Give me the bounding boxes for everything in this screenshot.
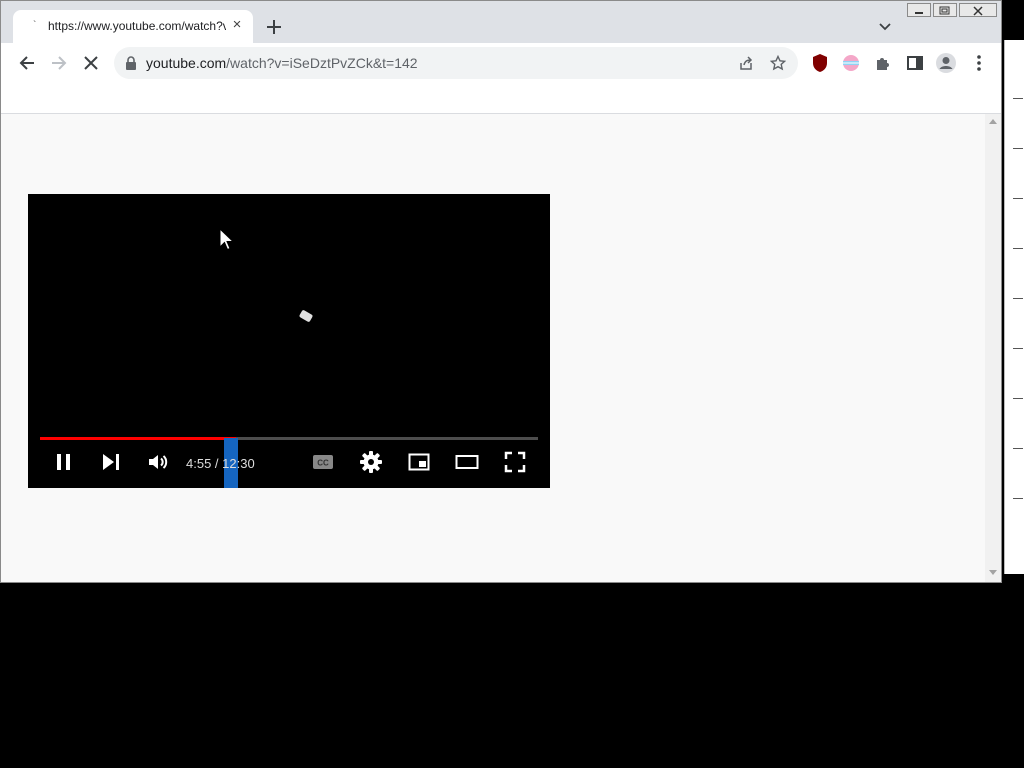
tab-strip: ` https://www.youtube.com/watch?v=iSeDzt… xyxy=(1,1,1001,43)
url-text[interactable]: youtube.com/watch?v=iSeDztPvZCk&t=142 xyxy=(146,55,418,71)
time-display: 4:55 / 12:30 xyxy=(186,456,255,471)
colorful-extension-icon[interactable] xyxy=(840,52,862,74)
scroll-down-arrow-icon[interactable] xyxy=(989,570,997,575)
subtitles-button[interactable]: CC xyxy=(311,450,335,474)
new-tab-icon[interactable] xyxy=(264,17,284,37)
share-icon[interactable] xyxy=(738,55,754,71)
miniplayer-button[interactable] xyxy=(407,450,431,474)
next-video-button[interactable] xyxy=(99,450,123,474)
forward-arrow-icon[interactable] xyxy=(48,52,70,74)
settings-gear-icon[interactable] xyxy=(359,450,383,474)
tab-close-icon[interactable]: × xyxy=(229,17,245,33)
restore-window-button[interactable] xyxy=(933,3,957,17)
desktop-window-edge xyxy=(1004,40,1024,574)
fullscreen-button[interactable] xyxy=(503,450,527,474)
profile-avatar-icon[interactable] xyxy=(935,52,957,74)
loading-favicon-icon: ` xyxy=(33,20,37,31)
address-bar[interactable]: youtube.com/watch?v=iSeDztPvZCk&t=142 xyxy=(114,47,798,79)
tab-search-chevron-icon[interactable] xyxy=(876,18,894,36)
kebab-menu-icon[interactable] xyxy=(968,52,990,74)
video-player[interactable]: 4:55 / 12:30 CC xyxy=(28,194,550,488)
page-scrollbar[interactable] xyxy=(985,114,1001,582)
stop-loading-icon[interactable] xyxy=(80,52,102,74)
active-tab[interactable]: ` https://www.youtube.com/watch?v=iSeDzt… xyxy=(13,10,253,43)
loading-spinner-icon xyxy=(298,309,314,323)
browser-toolbar: youtube.com/watch?v=iSeDztPvZCk&t=142 65 xyxy=(1,43,1001,117)
back-arrow-icon[interactable] xyxy=(16,52,38,74)
side-panel-icon[interactable] xyxy=(904,52,926,74)
lock-icon[interactable] xyxy=(125,56,137,70)
svg-text:CC: CC xyxy=(317,459,329,468)
progress-bar[interactable] xyxy=(40,437,538,440)
close-window-button[interactable] xyxy=(959,3,997,17)
browser-window: ` https://www.youtube.com/watch?v=iSeDzt… xyxy=(0,0,1002,583)
progress-played xyxy=(40,437,236,440)
scroll-up-arrow-icon[interactable] xyxy=(989,119,997,124)
volume-button[interactable] xyxy=(146,450,170,474)
tab-title: https://www.youtube.com/watch?v=iSeDztPv… xyxy=(48,19,226,33)
bookmarks-bar-area xyxy=(1,83,1001,114)
bookmark-star-icon[interactable] xyxy=(770,55,786,71)
puzzle-icon[interactable] xyxy=(872,52,894,74)
pause-button[interactable] xyxy=(52,450,76,474)
theater-mode-button[interactable] xyxy=(455,450,479,474)
page-content: 4:55 / 12:30 CC xyxy=(1,114,985,582)
ublock-icon[interactable] xyxy=(809,52,831,74)
minimize-window-button[interactable] xyxy=(907,3,931,17)
mouse-cursor-icon xyxy=(219,228,235,251)
